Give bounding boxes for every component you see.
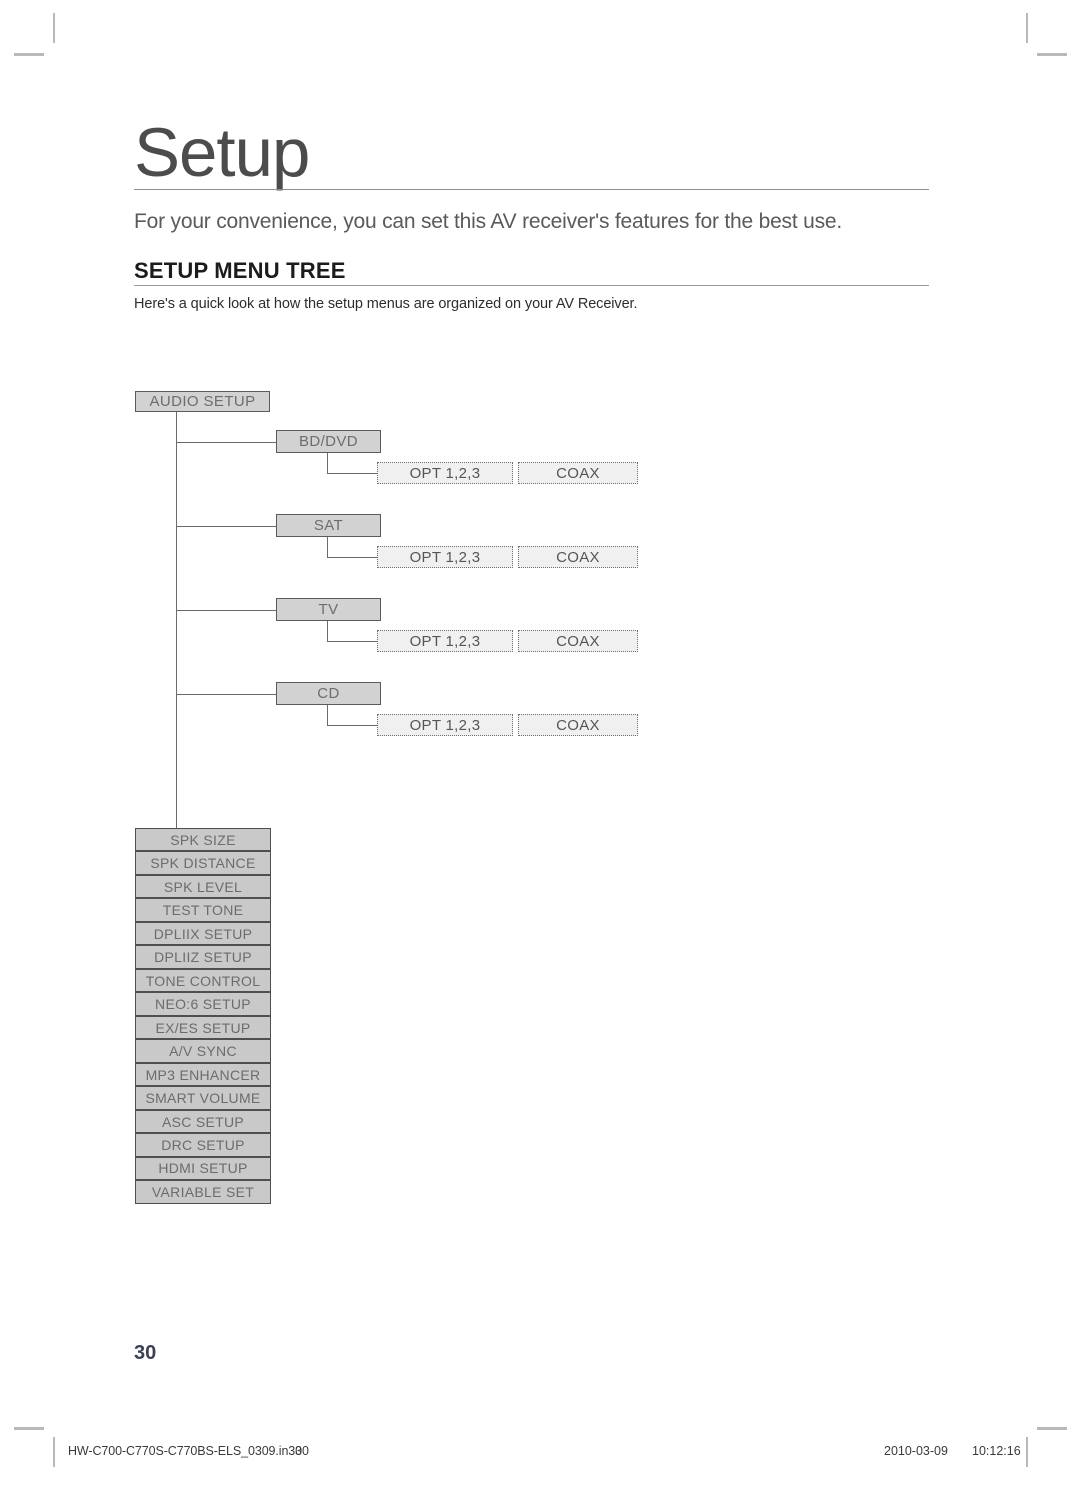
tree-leaf-node: OPT 1,2,3 — [377, 630, 513, 652]
tree-branch-line — [176, 610, 276, 611]
menu-list-item: SPK LEVEL — [135, 874, 271, 899]
tree-subtrunk-line — [327, 537, 328, 557]
menu-list-item: VARIABLE SET — [135, 1180, 271, 1204]
tree-leaf-node: COAX — [518, 546, 638, 568]
tree-node-source: BD/DVD — [276, 430, 381, 453]
tree-branch-line — [176, 526, 276, 527]
tree-subtrunk-line — [327, 705, 328, 725]
menu-list-item: EX/ES SETUP — [135, 1015, 271, 1040]
tree-leaf-node: OPT 1,2,3 — [377, 462, 513, 484]
tree-subbranch-line — [327, 641, 377, 642]
menu-list-item: DPLIIZ SETUP — [135, 945, 271, 969]
tree-node-audio-setup: AUDIO SETUP — [135, 391, 270, 412]
menu-list-item: SPK SIZE — [135, 828, 271, 852]
menu-list-item: DPLIIX SETUP — [135, 921, 271, 946]
audio-setup-menu-list: SPK SIZE SPK DISTANCE SPK LEVEL TEST TONE DP… — [135, 828, 271, 1204]
tree-subtrunk-line — [327, 621, 328, 641]
tree-subbranch-line — [327, 557, 377, 558]
footer-time: 10:12:16 — [972, 1444, 1021, 1458]
menu-list-item: MP3 ENHANCER — [135, 1062, 271, 1087]
menu-list-item: TONE CONTROL — [135, 968, 271, 993]
tree-trunk-line — [176, 412, 177, 828]
tree-leaf-node: COAX — [518, 462, 638, 484]
menu-list-item: ASC SETUP — [135, 1109, 271, 1134]
footer-date: 2010-03-09 — [884, 1444, 948, 1458]
print-footer: HW-C700-C770S-C770BS-ELS_0309.in30 30 20… — [0, 1444, 1080, 1464]
tree-node-source: TV — [276, 598, 381, 621]
menu-list-item: SMART VOLUME — [135, 1086, 271, 1110]
menu-list-item: A/V SYNC — [135, 1039, 271, 1063]
menu-list-item: NEO:6 SETUP — [135, 992, 271, 1016]
tree-leaf-node: OPT 1,2,3 — [377, 546, 513, 568]
tree-branch-line — [176, 442, 276, 443]
tree-leaf-node: OPT 1,2,3 — [377, 714, 513, 736]
page-number: 30 — [134, 1342, 157, 1364]
menu-list-item: TEST TONE — [135, 898, 271, 922]
tree-node-source: SAT — [276, 514, 381, 537]
tree-node-source: CD — [276, 682, 381, 705]
tree-subbranch-line — [327, 473, 377, 474]
footer-page-number: 30 — [295, 1444, 309, 1458]
tree-leaf-node: COAX — [518, 714, 638, 736]
tree-subbranch-line — [327, 725, 377, 726]
footer-file-name: HW-C700-C770S-C770BS-ELS_0309.in30 — [68, 1444, 303, 1458]
tree-branch-line — [176, 694, 276, 695]
setup-menu-tree-diagram: AUDIO SETUP BD/DVD OPT 1,2,3 COAX SAT OPT 1,… — [0, 0, 1080, 1485]
menu-list-item: SPK DISTANCE — [135, 851, 271, 875]
menu-list-item: DRC SETUP — [135, 1133, 271, 1157]
menu-list-item: HDMI SETUP — [135, 1156, 271, 1181]
tree-subtrunk-line — [327, 453, 328, 473]
tree-leaf-node: COAX — [518, 630, 638, 652]
